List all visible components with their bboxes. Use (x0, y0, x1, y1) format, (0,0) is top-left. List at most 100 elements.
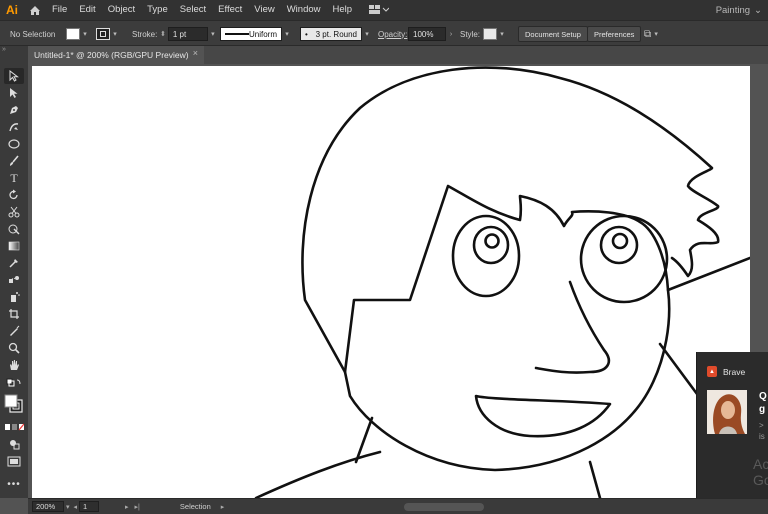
chevron-down-icon: ⌄ (754, 4, 762, 16)
workspace-switcher[interactable]: Painting ⌄ (716, 0, 762, 20)
chevron-down-icon[interactable]: ▾ (80, 27, 90, 41)
document-setup-button[interactable]: Document Setup (518, 26, 588, 42)
paintbrush-tool-icon[interactable] (4, 153, 24, 169)
brush-definition[interactable]: • 3 pt. Round ▾ (300, 21, 372, 47)
status-menu-icon[interactable]: ▸ (221, 503, 225, 511)
chevron-down-icon[interactable]: ▾ (66, 503, 70, 511)
horizontal-scrollbar[interactable] (404, 502, 485, 511)
opacity-field[interactable]: 100% (408, 27, 446, 41)
menu-view[interactable]: View (248, 0, 280, 20)
zoom-tool-icon[interactable] (4, 340, 24, 356)
hair-outline (301, 66, 720, 374)
character-drawing[interactable] (32, 66, 750, 498)
type-tool-icon[interactable]: T (4, 170, 24, 186)
drawing-mode-icon[interactable] (4, 436, 24, 452)
close-icon[interactable]: × (193, 48, 198, 58)
selection-tool-icon[interactable] (4, 68, 24, 84)
menu-window[interactable]: Window (281, 0, 327, 20)
default-colors-icon[interactable] (4, 376, 24, 392)
graphic-style-swatch[interactable] (483, 28, 497, 40)
arrange-options[interactable]: ⧉ ▾ (644, 21, 661, 47)
menu-object[interactable]: Object (102, 0, 141, 20)
stroke-weight-field[interactable]: 1 pt (167, 27, 208, 41)
profile-field[interactable]: Uniform (220, 27, 282, 41)
menu-select[interactable]: Select (174, 0, 212, 20)
hand-tool-icon[interactable] (4, 357, 24, 373)
slice-tool-icon[interactable] (4, 323, 24, 339)
notification-app-name: Brave (723, 366, 746, 377)
fill-swatch[interactable]: ▾ (66, 21, 90, 47)
canvas-area[interactable] (28, 64, 768, 498)
rotate-tool-icon[interactable] (4, 187, 24, 203)
menu-effect[interactable]: Effect (212, 0, 248, 20)
menu-help[interactable]: Help (327, 0, 359, 20)
gradient-tool-icon[interactable] (4, 238, 24, 254)
chevron-right-icon[interactable]: › (446, 27, 456, 41)
document-tab-bar: Untitled-1* @ 200% (RGB/GPU Preview) × (0, 46, 768, 64)
opacity-control[interactable]: 100% › (408, 21, 456, 47)
opacity-label[interactable]: Opacity: (378, 21, 407, 47)
brush-dot-icon: • (305, 29, 308, 39)
menu-file[interactable]: File (46, 0, 73, 20)
chevron-down-icon[interactable]: ▾ (110, 27, 120, 41)
home-icon[interactable] (24, 0, 46, 20)
stroke-weight-control[interactable]: ⬍ 1 pt ▾ (160, 21, 218, 47)
artboard-tool-icon[interactable] (4, 306, 24, 322)
chevron-down-icon[interactable]: ▾ (282, 27, 292, 41)
right-pupil-outer (599, 225, 639, 265)
stroke-swatch[interactable]: ▾ (96, 21, 120, 47)
fill-stroke-swatches[interactable] (4, 392, 24, 416)
scissors-tool-icon[interactable] (4, 204, 24, 220)
notification-header: ▲ Brave (707, 366, 745, 377)
stroke-label: Stroke: (132, 29, 158, 39)
next-artboard-icon[interactable]: ▸ (125, 503, 129, 511)
collapse-panel-icon[interactable]: » (2, 46, 6, 53)
notification-body: > is (759, 421, 765, 441)
style-control[interactable]: ▾ (483, 21, 507, 47)
artboard-number-field[interactable]: 1 (79, 501, 100, 512)
brave-icon: ▲ (707, 366, 717, 377)
chevron-down-icon[interactable]: ▾ (651, 27, 661, 41)
brush-field[interactable]: • 3 pt. Round (300, 27, 362, 41)
eyedropper-tool-icon[interactable] (4, 255, 24, 271)
menu-type[interactable]: Type (141, 0, 174, 20)
brush-label: 3 pt. Round (315, 29, 357, 39)
chevron-down-icon[interactable]: ▾ (497, 27, 507, 41)
document-setup-wrap: Document Setup (518, 21, 588, 47)
pen-tool-icon[interactable] (4, 102, 24, 118)
stroke-color-swatch[interactable] (96, 28, 110, 40)
previous-artboard-icon[interactable]: ◂ (74, 503, 78, 511)
chevron-down-icon[interactable]: ▾ (362, 27, 372, 41)
more-tools-icon[interactable]: ••• (4, 476, 24, 492)
notification-toast[interactable]: ▲ Brave Q g > is Ac Go (696, 352, 768, 498)
menu-edit[interactable]: Edit (73, 0, 101, 20)
style-label: Style: (460, 29, 481, 39)
screen-mode-icon[interactable] (4, 453, 24, 469)
direct-selection-tool-icon[interactable] (4, 85, 24, 101)
align-icon[interactable]: ⧉ (644, 29, 651, 40)
status-bar: 200% ▾ ◂ 1 ▸ ▸| Selection ▸ (28, 498, 768, 514)
mouth (474, 394, 612, 438)
variable-width-profile[interactable]: Uniform ▾ (220, 21, 292, 47)
preferences-wrap: Preferences (587, 21, 642, 47)
color-mode-icons[interactable] (4, 419, 24, 435)
fill-color-swatch[interactable] (66, 28, 80, 40)
right-hair-strand (666, 256, 750, 292)
curvature-tool-icon[interactable] (4, 119, 24, 135)
stepper-icon[interactable]: ⬍ (160, 30, 166, 38)
chevron-down-icon[interactable]: ▾ (208, 27, 218, 41)
shoulder-left (254, 450, 382, 498)
preferences-button[interactable]: Preferences (587, 26, 642, 42)
symbol-sprayer-tool-icon[interactable] (4, 289, 24, 305)
artboard[interactable] (32, 66, 750, 498)
nose (534, 280, 611, 374)
selection-status: No Selection (10, 29, 56, 39)
blend-tool-icon[interactable] (4, 272, 24, 288)
last-artboard-icon[interactable]: ▸| (135, 503, 140, 511)
zoom-level-field[interactable]: 200% (32, 501, 64, 512)
document-tab[interactable]: Untitled-1* @ 200% (RGB/GPU Preview) × (28, 46, 204, 64)
shape-builder-tool-icon[interactable] (4, 221, 24, 237)
arrange-documents-icon[interactable] (366, 0, 392, 20)
notification-title: Q g (759, 391, 767, 415)
ellipse-tool-icon[interactable] (4, 136, 24, 152)
